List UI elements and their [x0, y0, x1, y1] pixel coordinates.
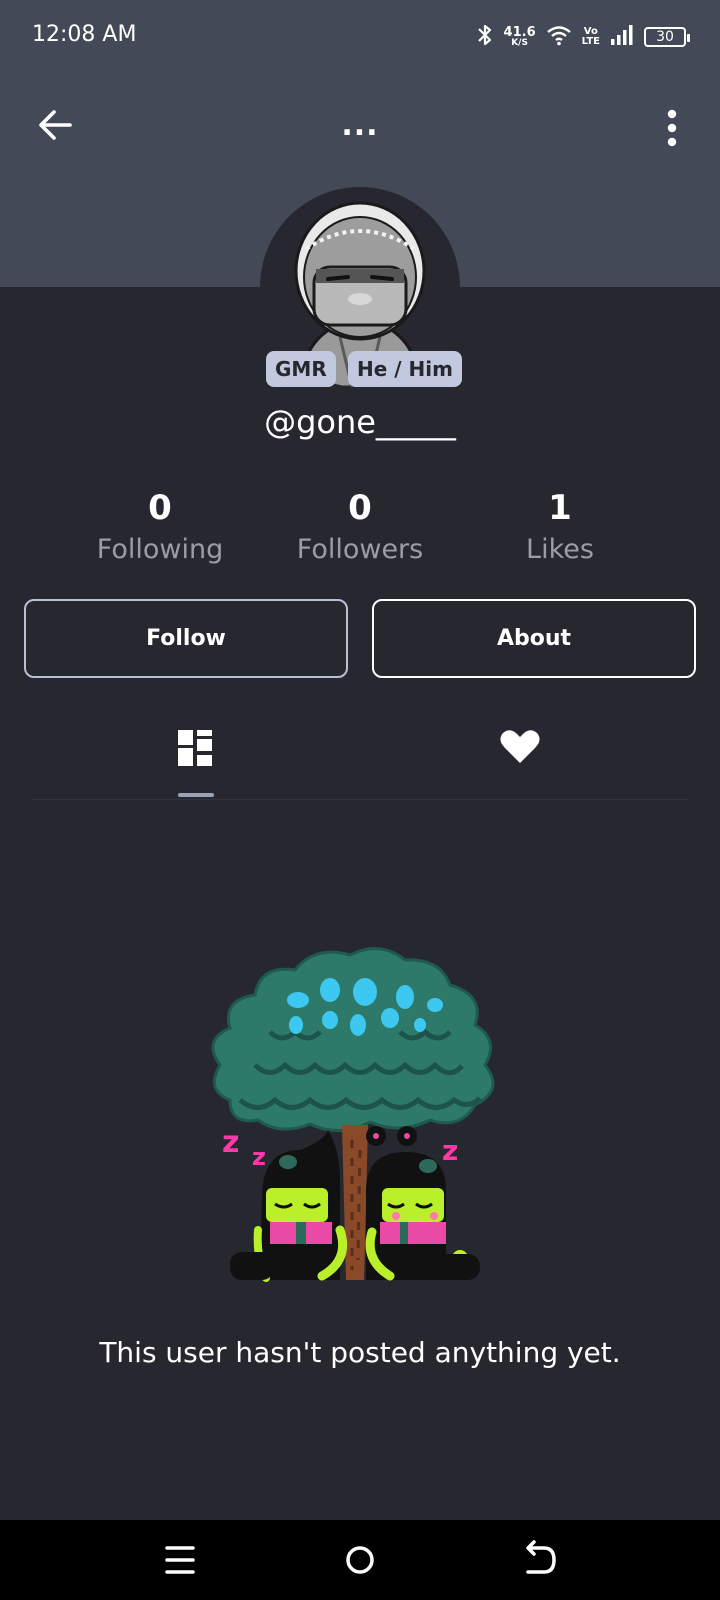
empty-state-message: This user hasn't posted anything yet. [99, 1336, 621, 1369]
followers-label: Followers [296, 534, 424, 565]
badge-gmr: GMR [266, 351, 336, 387]
volte-bottom: LTE [581, 36, 600, 47]
posts-grid-icon [178, 730, 212, 766]
followers-count: 0 [348, 488, 372, 528]
likes-count: 1 [548, 488, 572, 528]
bluetooth-icon [476, 23, 494, 51]
back-button[interactable] [34, 104, 76, 146]
system-navigation-bar [0, 1520, 720, 1600]
battery-icon: 30 [644, 27, 690, 47]
tab-likes[interactable] [460, 705, 580, 799]
empty-state-illustration: z z z [200, 940, 520, 1320]
stat-followers[interactable]: 0 Followers [260, 486, 460, 570]
more-options-button[interactable] [652, 106, 692, 150]
svg-text:z: z [442, 1134, 458, 1167]
signal-icon [610, 24, 634, 50]
vertical-dots-icon [667, 109, 677, 147]
active-tab-indicator [178, 793, 214, 797]
status-icons: 41.6 K/S Vo LTE 30 [476, 22, 690, 52]
profile-tabs [32, 705, 688, 800]
svg-text:z: z [252, 1143, 266, 1171]
follow-button[interactable]: Follow [24, 599, 348, 678]
heart-icon [500, 730, 540, 763]
status-time: 12:08 AM [32, 22, 137, 47]
badge-pronouns: He / Him [348, 351, 462, 387]
following-count: 0 [148, 488, 172, 528]
battery-level: 30 [656, 29, 674, 45]
stat-likes[interactable]: 1 Likes [460, 486, 660, 570]
nav-home-button[interactable] [330, 1534, 390, 1586]
likes-label: Likes [526, 534, 594, 565]
network-speed: 41.6 K/S [504, 26, 536, 48]
back-icon [526, 1540, 556, 1574]
about-button[interactable]: About [372, 599, 696, 678]
status-bar: 12:08 AM 41.6 K/S Vo LTE 30 [0, 0, 720, 72]
menu-icon [165, 1546, 195, 1574]
home-circle-icon [346, 1546, 374, 1574]
volte-indicator: Vo LTE [582, 27, 600, 47]
nav-back-button[interactable] [510, 1534, 570, 1586]
username: @gone_____ [264, 403, 456, 441]
arrow-left-icon [39, 110, 72, 140]
nav-menu-button[interactable] [150, 1534, 210, 1586]
profile-title: ... [341, 108, 379, 143]
wifi-icon [546, 24, 572, 50]
stat-following[interactable]: 0 Following [60, 486, 260, 570]
svg-text:z: z [222, 1125, 239, 1160]
network-speed-unit: K/S [511, 38, 528, 48]
tab-posts[interactable] [136, 705, 256, 799]
following-label: Following [96, 534, 224, 565]
